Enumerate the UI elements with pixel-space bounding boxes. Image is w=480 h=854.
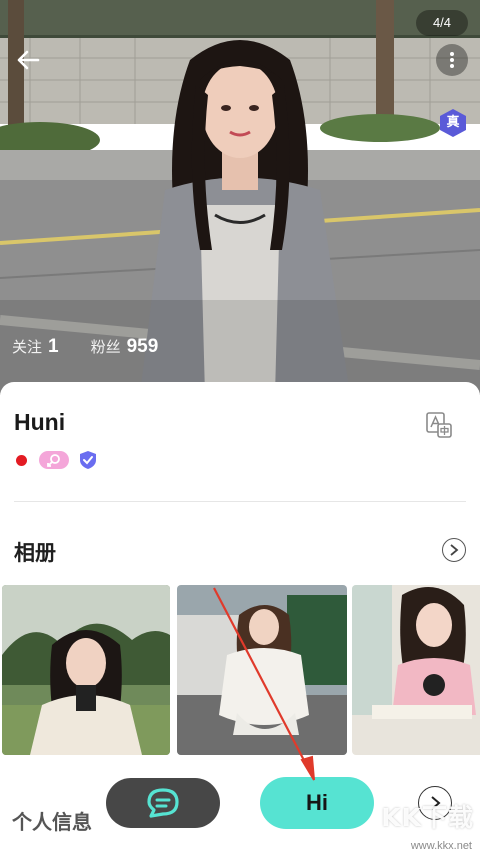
fans-label[interactable]: 粉丝 — [91, 336, 121, 357]
translate-icon — [426, 412, 452, 438]
album-photo-image — [177, 585, 347, 755]
site-watermark: KK下载 www.kkx.net — [342, 798, 478, 854]
verified-shield-icon — [80, 451, 96, 469]
translate-button[interactable] — [424, 410, 454, 440]
album-photo-2[interactable] — [177, 585, 347, 755]
album-more-button[interactable] — [442, 538, 466, 562]
album-photo-1[interactable] — [2, 585, 170, 755]
section-divider — [14, 501, 466, 502]
more-options-button[interactable] — [436, 44, 468, 76]
album-photo-image — [352, 585, 480, 755]
chat-bubble-icon — [147, 788, 179, 818]
following-count[interactable]: 1 — [48, 336, 59, 358]
username: Huni — [14, 409, 66, 435]
gender-tag — [39, 451, 69, 469]
verified-real-text: 真 — [446, 115, 460, 130]
personal-info-title: 个人信息 — [12, 810, 92, 834]
watermark-logo-text: KK下载 — [381, 803, 474, 832]
following-label[interactable]: 关注 — [12, 336, 42, 357]
female-icon — [47, 454, 60, 467]
album-photo-3[interactable] — [352, 585, 480, 755]
photo-counter: 4/4 — [416, 10, 468, 36]
follow-stats: 关注 1 粉丝 959 — [12, 336, 190, 358]
chat-button[interactable] — [106, 778, 220, 828]
album-title: 相册 — [14, 541, 56, 565]
watermark-url: www.kkx.net — [410, 840, 472, 852]
verified-real-badge: 真 — [438, 108, 468, 138]
back-arrow-icon — [17, 50, 40, 70]
back-button[interactable] — [10, 42, 46, 78]
profile-photo[interactable]: 4/4 真 关注 1 粉丝 959 — [0, 0, 480, 395]
fans-count[interactable]: 959 — [127, 336, 159, 358]
online-status-dot — [16, 454, 27, 466]
profile-tags — [16, 450, 97, 470]
chevron-right-icon — [450, 544, 459, 556]
album-photo-image — [2, 585, 170, 755]
